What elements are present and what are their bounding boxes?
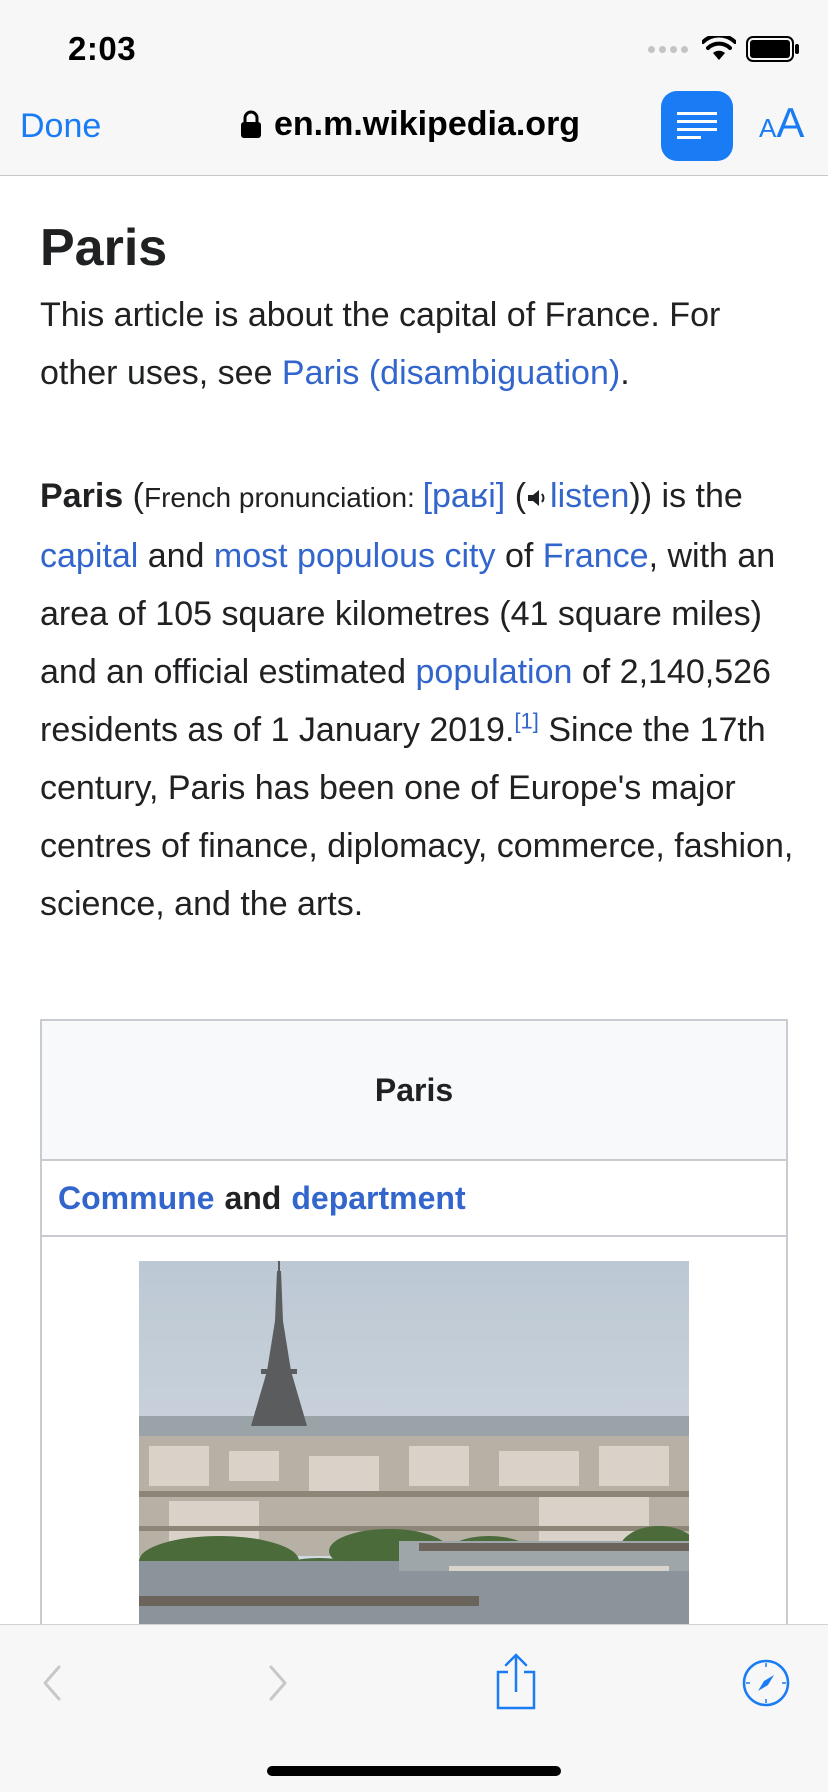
cellular-signal-icon bbox=[648, 45, 688, 53]
back-icon bbox=[43, 1665, 61, 1701]
pronunciation-label: French pronunciation: bbox=[143, 482, 423, 513]
france-link[interactable]: France bbox=[543, 537, 649, 575]
infobox: Paris Commune and department bbox=[40, 1019, 788, 1624]
paris-photo[interactable] bbox=[139, 1261, 689, 1624]
department-link[interactable]: department bbox=[291, 1180, 465, 1217]
reader-view-button[interactable] bbox=[661, 91, 733, 161]
back-button[interactable] bbox=[22, 1653, 82, 1713]
bottom-toolbar bbox=[0, 1624, 828, 1792]
text-size-large-label: A bbox=[776, 99, 805, 146]
commune-link[interactable]: Commune bbox=[58, 1180, 214, 1217]
share-icon bbox=[496, 1653, 536, 1710]
home-indicator[interactable] bbox=[267, 1766, 561, 1776]
pron-open: ( bbox=[123, 477, 144, 515]
compass-icon bbox=[742, 1659, 790, 1707]
forward-button[interactable] bbox=[248, 1653, 308, 1713]
page-title: Paris bbox=[40, 219, 168, 277]
speaker-icon[interactable] bbox=[526, 487, 548, 509]
infobox-and: and bbox=[224, 1179, 282, 1216]
paris-skyline-image bbox=[139, 1261, 689, 1624]
browser-header: Done en.m.wikipedia.org AA bbox=[0, 88, 828, 176]
listen-link[interactable]: listen bbox=[550, 477, 629, 515]
share-button[interactable] bbox=[486, 1647, 546, 1717]
capital-link[interactable]: capital bbox=[40, 537, 138, 575]
battery-icon bbox=[746, 36, 799, 62]
url-text: en.m.wikipedia.org bbox=[274, 105, 581, 143]
reference-1-text[interactable]: [1] bbox=[514, 709, 538, 734]
ipa-link[interactable]: [paʁi] bbox=[423, 477, 506, 515]
open-in-safari-button[interactable] bbox=[736, 1653, 796, 1713]
lead-subject: Paris bbox=[40, 477, 124, 515]
reference-1-link[interactable]: [1] bbox=[514, 709, 538, 734]
status-bar: 2:03 bbox=[0, 0, 828, 88]
text-size-button[interactable]: AA bbox=[759, 102, 804, 144]
lock-icon bbox=[241, 110, 261, 139]
address-bar[interactable]: en.m.wikipedia.org bbox=[240, 104, 580, 145]
lead-paragraph: Paris (French pronunciation: [paʁi] (lis… bbox=[40, 467, 810, 933]
forward-icon bbox=[269, 1665, 287, 1701]
listen-close: )) is the bbox=[629, 477, 743, 515]
lead-and: and bbox=[138, 537, 214, 575]
article-content: Paris This article is about the capital … bbox=[0, 176, 828, 1624]
status-time: 2:03 bbox=[68, 30, 137, 67]
lead-of: of bbox=[495, 537, 543, 575]
population-link[interactable]: population bbox=[416, 653, 573, 691]
status-icons bbox=[648, 34, 800, 64]
disambiguation-link[interactable]: Paris (disambiguation) bbox=[282, 354, 620, 392]
wifi-icon bbox=[702, 36, 736, 60]
done-button[interactable]: Done bbox=[20, 106, 101, 147]
infobox-subtitle: Commune and department bbox=[42, 1161, 786, 1237]
hatnote: This article is about the capital of Fra… bbox=[40, 286, 800, 402]
text-size-small-label: A bbox=[759, 113, 777, 143]
most-populous-city-link[interactable]: most populous city bbox=[214, 537, 496, 575]
infobox-title: Paris bbox=[42, 1021, 786, 1161]
listen-open: ( bbox=[505, 477, 527, 515]
reader-view-icon bbox=[677, 112, 717, 139]
hatnote-end: . bbox=[620, 354, 630, 392]
